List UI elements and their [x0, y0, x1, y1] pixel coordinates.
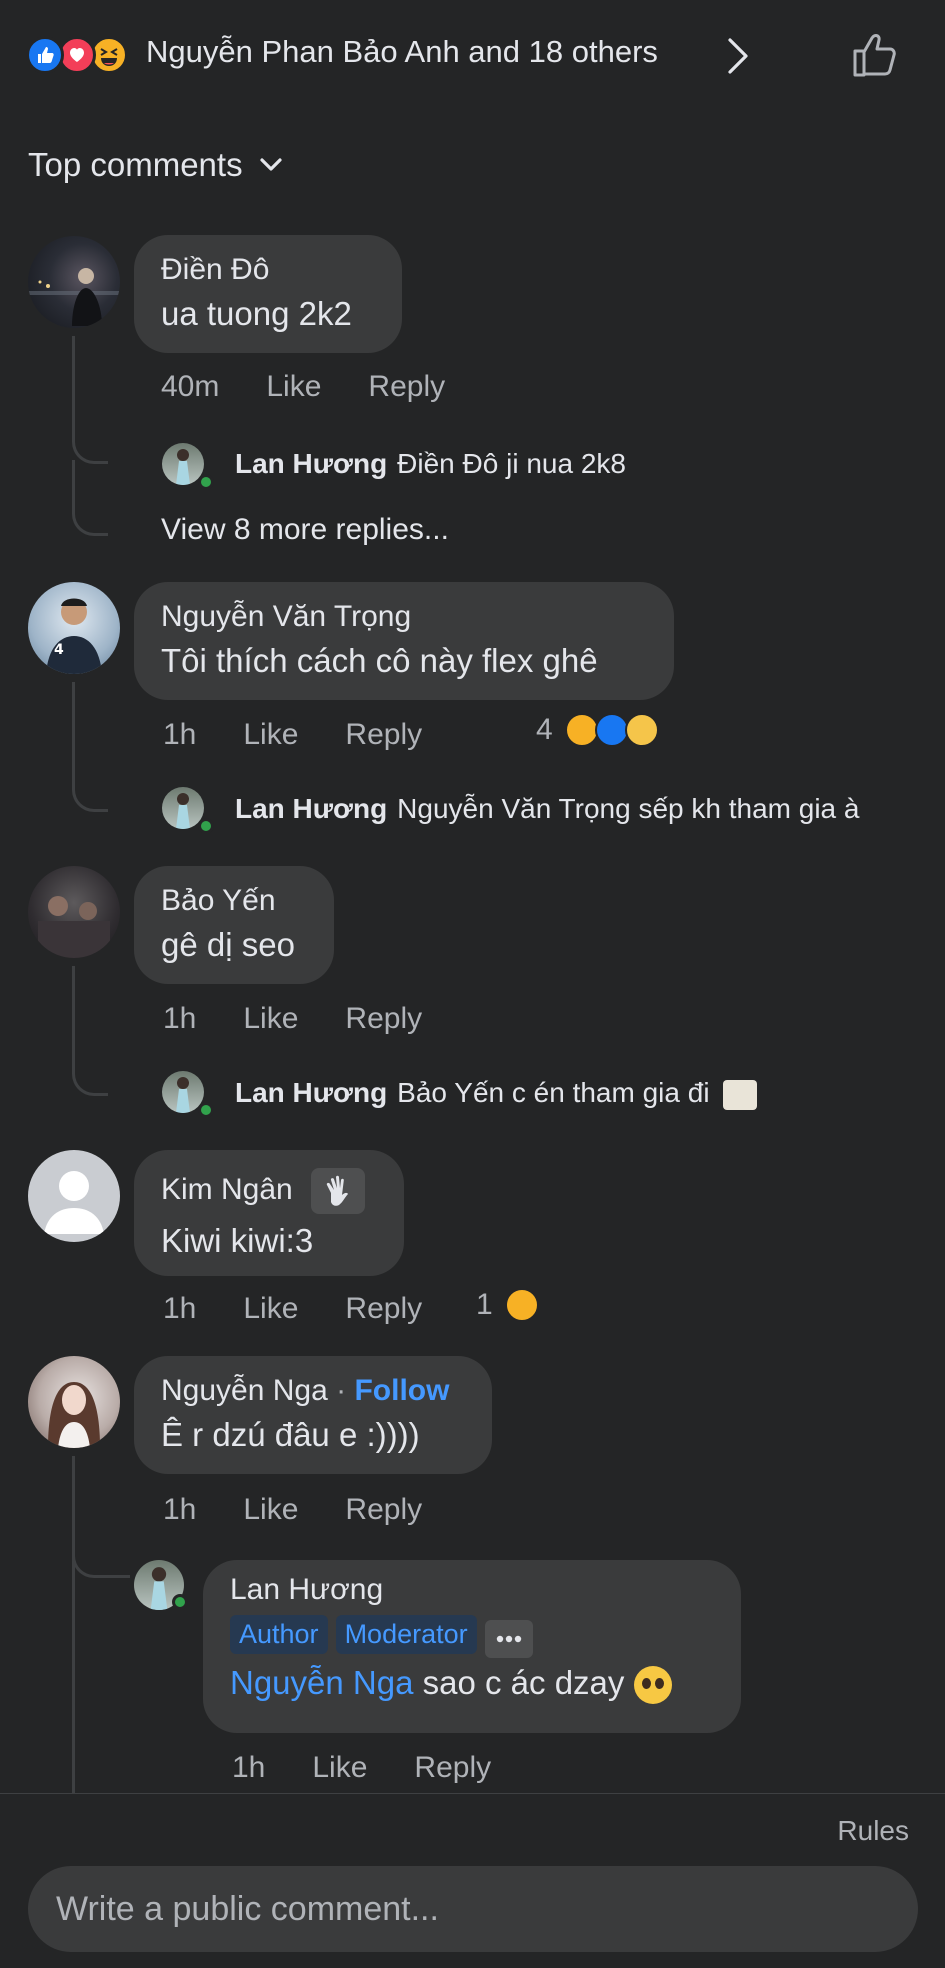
role-badges: Author Moderator: [230, 1615, 719, 1658]
comment-author[interactable]: Nguyễn Nga: [161, 1374, 328, 1407]
reply-text: sao c ác dzay: [422, 1663, 625, 1701]
default-avatar[interactable]: [28, 1150, 120, 1242]
haha-icon: [564, 713, 599, 747]
reply-text: Điền Đô ji nua 2k8: [397, 448, 626, 479]
moderator-badge: Moderator: [335, 1615, 477, 1654]
follow-button[interactable]: Follow: [354, 1374, 449, 1407]
comment-bubble[interactable]: Kim Ngân Kiwi kiwi:3: [134, 1150, 404, 1276]
reply-button[interactable]: Reply: [368, 370, 445, 404]
comment-author[interactable]: Nguyễn Văn Trọng: [161, 600, 646, 634]
thread-connector: [72, 1004, 108, 1096]
avatar[interactable]: [28, 1356, 120, 1448]
reply-author[interactable]: Lan Hương: [235, 448, 387, 479]
reply-item[interactable]: Lan Hương Nguyễn Văn Trọng sếp kh tham gi…: [235, 793, 859, 825]
like-icon: [594, 713, 629, 747]
comment-text: Tôi thích cách cô này flex ghê: [161, 642, 598, 679]
comment-bubble[interactable]: Nguyễn Văn Trọng Tôi thích cách cô này f…: [134, 582, 674, 700]
avatar[interactable]: 4: [28, 582, 120, 674]
online-status-indicator: [198, 474, 214, 490]
comment-bubble[interactable]: Điền Đô ua tuong 2k2: [134, 235, 402, 353]
reply-time[interactable]: 1h: [232, 1751, 265, 1785]
separator-dot: ·: [336, 1374, 347, 1407]
thread-connector: [72, 720, 108, 812]
reply-button[interactable]: Reply: [345, 1292, 422, 1326]
thread-line: [72, 682, 75, 722]
sticker-emoji-icon: [723, 1079, 758, 1110]
mention-link[interactable]: Nguyễn Nga: [230, 1664, 413, 1701]
reply-item[interactable]: Lan Hương Điền Đô ji nua 2k8: [235, 448, 626, 480]
comment-author[interactable]: Điền Đô: [161, 253, 374, 287]
like-button[interactable]: Like: [243, 1002, 298, 1036]
comment-reactions[interactable]: 1: [476, 1288, 539, 1322]
more-options-icon[interactable]: [484, 1619, 533, 1658]
comment-actions: 1h Like Reply: [163, 718, 422, 752]
care-icon: [504, 1288, 539, 1322]
svg-text:4: 4: [54, 642, 64, 658]
online-status-indicator: [198, 1102, 214, 1118]
like-button[interactable]: Like: [243, 1292, 298, 1326]
comment-time[interactable]: 1h: [163, 718, 196, 752]
comment-reactions[interactable]: 4: [536, 713, 659, 747]
rules-link[interactable]: Rules: [837, 1815, 909, 1847]
reply-author[interactable]: Lan Hương: [230, 1573, 719, 1607]
comment-actions: 1h Like Reply: [163, 1002, 422, 1036]
chevron-down-icon: [259, 158, 282, 171]
comment-actions: 1h Like Reply: [163, 1292, 422, 1326]
avatar[interactable]: [28, 236, 120, 328]
comment-time[interactable]: 1h: [163, 1292, 196, 1326]
comment-bubble[interactable]: Bảo Yến gê dị seo: [134, 866, 334, 984]
comment-time[interactable]: 1h: [163, 1002, 196, 1036]
comment-author[interactable]: Bảo Yến: [161, 884, 306, 918]
reaction-count: 1: [476, 1288, 493, 1321]
comment-text: Kiwi kiwi:3: [161, 1222, 314, 1259]
avatar[interactable]: [28, 866, 120, 958]
thread-connector: [72, 1500, 130, 1578]
sort-dropdown[interactable]: Top comments: [28, 146, 283, 184]
like-button[interactable]: Like: [243, 718, 298, 752]
reaction-count: 4: [536, 713, 553, 746]
reactions-summary-text[interactable]: Nguyễn Phan Bảo Anh and 18 others: [146, 34, 658, 70]
comment-time[interactable]: 1h: [163, 1493, 196, 1527]
comment-author[interactable]: Kim Ngân: [161, 1173, 293, 1206]
thread-line: [72, 336, 75, 396]
thread-connector: [72, 390, 108, 464]
reply-button[interactable]: Reply: [414, 1751, 491, 1785]
wave-badge-icon: [311, 1168, 366, 1214]
view-more-replies-link[interactable]: View 8 more replies...: [161, 513, 449, 547]
thread-line: [72, 966, 75, 1006]
reply-actions: 1h Like Reply: [232, 1751, 491, 1785]
author-badge: Author: [230, 1615, 328, 1654]
reply-button[interactable]: Reply: [345, 1002, 422, 1036]
reactions-summary-bar[interactable]: Nguyễn Phan Bảo Anh and 18 others: [0, 0, 945, 110]
reaction-icons: [26, 36, 138, 74]
comment-actions: 40m Like Reply: [161, 370, 445, 404]
comment-time[interactable]: 40m: [161, 370, 219, 404]
reply-bubble[interactable]: Lan Hương Author Moderator Nguyễn Nga sao…: [203, 1560, 741, 1733]
like-button[interactable]: Like: [243, 1493, 298, 1527]
online-status-indicator: [172, 1594, 188, 1610]
reply-button[interactable]: Reply: [345, 718, 422, 752]
reply-author[interactable]: Lan Hương: [235, 793, 387, 824]
like-outline-icon[interactable]: [850, 30, 900, 80]
reply-text: Nguyễn Văn Trọng sếp kh tham gia à: [397, 793, 860, 824]
like-icon: [26, 36, 64, 74]
online-status-indicator: [198, 818, 214, 834]
comment-actions: 1h Like Reply: [163, 1493, 422, 1527]
comment-text: gê dị seo: [161, 926, 295, 963]
like-button[interactable]: Like: [266, 370, 321, 404]
sad-icon: [624, 713, 659, 747]
comment-text: Ê r dzú đâu e :)))): [161, 1416, 420, 1453]
reply-button[interactable]: Reply: [345, 1493, 422, 1527]
like-button[interactable]: Like: [312, 1751, 367, 1785]
chevron-right-icon[interactable]: [726, 37, 750, 75]
reply-author[interactable]: Lan Hương: [235, 1077, 387, 1108]
comment-bubble[interactable]: Nguyễn Nga · Follow Ê r dzú đâu e :)))): [134, 1356, 492, 1474]
reply-item[interactable]: Lan Hương Bảo Yến c én tham gia đi: [235, 1077, 758, 1110]
sort-label: Top comments: [28, 146, 243, 183]
comment-input[interactable]: Write a public comment...: [28, 1866, 918, 1952]
reply-text: Bảo Yến c én tham gia đi: [397, 1077, 710, 1108]
comment-text: ua tuong 2k2: [161, 295, 352, 332]
pleading-face-icon: [633, 1666, 672, 1705]
thread-connector: [72, 460, 108, 536]
